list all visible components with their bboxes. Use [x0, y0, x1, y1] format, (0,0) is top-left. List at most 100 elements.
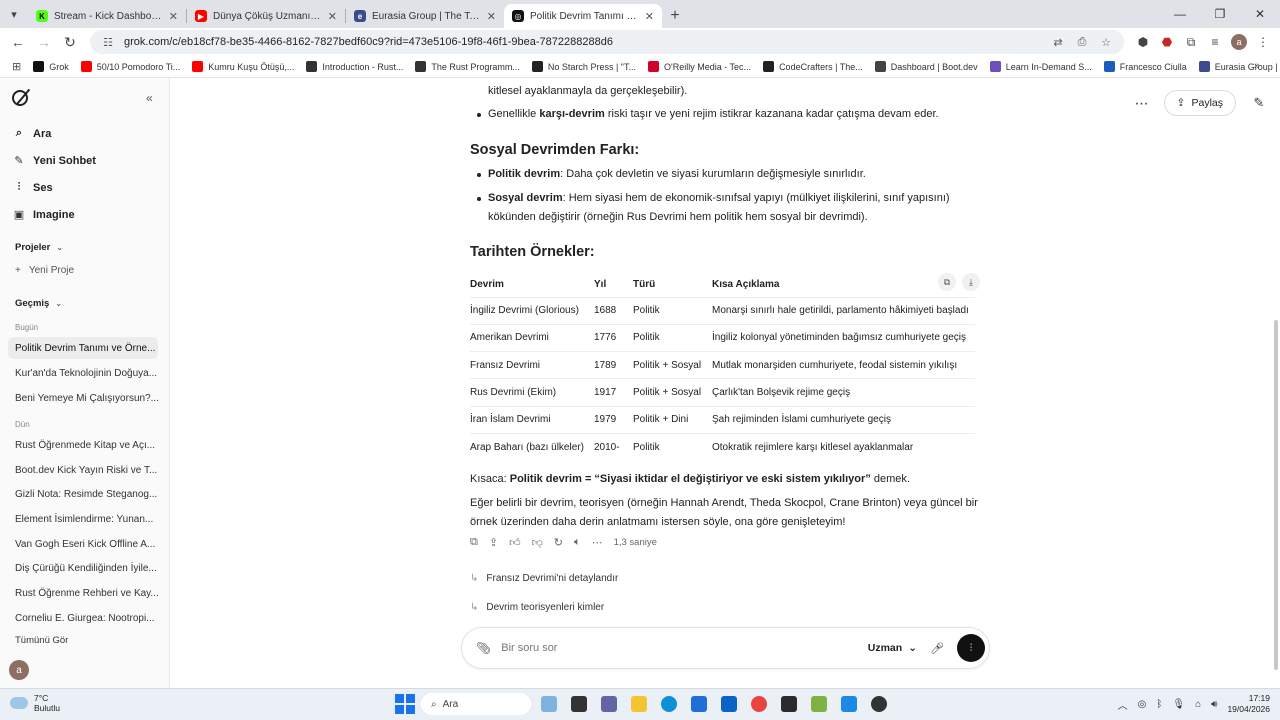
bookmark-item[interactable]: No Starch Press | "T... [526, 61, 642, 72]
browser-tab-active[interactable]: ◎ Politik Devrim Tanımı ve Örnekl ✕ [504, 4, 662, 28]
vscode-app-icon[interactable] [837, 693, 861, 715]
task-view-icon[interactable] [567, 693, 591, 715]
file-explorer-icon[interactable] [627, 693, 651, 715]
profile-avatar[interactable]: a [1228, 31, 1250, 53]
new-chat-edit-icon[interactable]: ✎ [1246, 95, 1272, 111]
history-item[interactable]: Rust Öğrenme Rehberi ve Kay... [8, 582, 158, 604]
bookmark-star-icon[interactable]: ☆ [1098, 34, 1114, 50]
widgets-app-icon[interactable] [537, 693, 561, 715]
model-selector[interactable]: Uzman ⌄ [868, 642, 917, 654]
bookmark-item[interactable]: Dashboard | Boot.dev [869, 61, 984, 72]
mic-tray-icon[interactable]: 🎙︎ [1172, 699, 1185, 710]
tab-close-icon[interactable]: ✕ [487, 10, 496, 23]
copy-table-icon[interactable]: ⧉ [938, 273, 956, 291]
more-options-icon[interactable]: ⋯ [592, 536, 603, 549]
bookmark-item[interactable]: The Rust Programm... [409, 61, 526, 72]
taskbar-search[interactable]: ⌕ Ara [421, 693, 531, 715]
tab-close-icon[interactable]: ✕ [645, 10, 654, 23]
url-field[interactable]: ☷ grok.com/c/eb18cf78-be35-4466-8162-782… [90, 30, 1124, 54]
apps-grid-icon[interactable]: ⊞ [6, 60, 27, 73]
new-project-button[interactable]: + Yeni Proje [15, 265, 74, 276]
share-icon[interactable]: ⇪ [489, 536, 498, 549]
read-aloud-icon[interactable]: 🔈︎ [574, 536, 581, 549]
thumbs-up-icon[interactable]: 👍︎ [509, 536, 521, 549]
bookmarks-overflow-icon[interactable]: » [1254, 60, 1260, 72]
browser-tab[interactable]: ▶ Dünya Çöküş Uzmanı Tarihin E ✕ [187, 4, 345, 28]
clock[interactable]: 17:19 19/04/2026 [1227, 693, 1270, 715]
collapse-sidebar-icon[interactable]: « [146, 91, 153, 105]
tab-close-icon[interactable]: ✕ [169, 10, 178, 23]
see-all-link[interactable]: Tümünü Gör [15, 635, 68, 646]
weather-widget[interactable]: 7°C Bulutlu [10, 693, 60, 713]
site-info-icon[interactable]: ☷ [100, 34, 116, 50]
sidebar-item-new-chat[interactable]: ✎ Yeni Sohbet [0, 147, 170, 174]
edge-app-icon[interactable] [657, 693, 681, 715]
reading-list-icon[interactable]: ≡ [1204, 31, 1226, 53]
prompt-input[interactable]: Bir soru sor [501, 642, 858, 654]
install-icon[interactable]: ⎙ [1074, 34, 1090, 50]
history-item[interactable]: Boot.dev Kick Yayın Riski ve T... [8, 459, 158, 481]
tab-close-icon[interactable]: ✕ [328, 10, 337, 23]
sidebar-item-voice[interactable]: ⫶ Ses [0, 174, 170, 201]
maximize-icon[interactable]: ❐ [1200, 0, 1240, 28]
terminal-app-icon[interactable] [777, 693, 801, 715]
history-section-header[interactable]: Geçmiş ⌄ [15, 298, 62, 309]
obs-app-icon[interactable] [867, 693, 891, 715]
thumbs-down-icon[interactable]: 👎︎ [532, 536, 543, 549]
browser-tab[interactable]: e Eurasia Group | The Top Risks o ✕ [346, 4, 504, 28]
tray-app-icon[interactable]: ◎ [1138, 699, 1147, 710]
store-app-icon[interactable] [687, 693, 711, 715]
teams-app-icon[interactable] [597, 693, 621, 715]
history-item[interactable]: Kur'an'da Teknolojinin Doğuya... [8, 362, 158, 384]
voice-mode-button[interactable]: ⫶ [957, 634, 985, 662]
windows-start-icon[interactable] [395, 694, 415, 714]
url-text[interactable]: grok.com/c/eb18cf78-be35-4466-8162-7827b… [124, 36, 1042, 48]
sidebar-item-search[interactable]: ⌕ Ara [0, 120, 170, 147]
extension-shield-icon[interactable]: ⬢ [1132, 31, 1154, 53]
projects-section-header[interactable]: Projeler ⌄ [15, 242, 63, 253]
history-item[interactable]: Van Gogh Eseri Kick Offline A... [8, 533, 158, 555]
bookmark-item[interactable]: Grok [27, 61, 75, 72]
bookmark-item[interactable]: Introduction - Rust... [300, 61, 409, 72]
back-icon[interactable]: ← [6, 30, 30, 54]
copy-icon[interactable]: ⧉ [470, 536, 478, 549]
user-avatar[interactable]: a [9, 660, 29, 680]
outlook-app-icon[interactable] [717, 693, 741, 715]
bookmark-item[interactable]: Francesco Ciulla [1098, 61, 1193, 72]
minimize-icon[interactable]: — [1160, 0, 1200, 28]
history-item-active[interactable]: Politik Devrim Tanımı ve Örne... [8, 337, 158, 359]
volume-icon[interactable]: 🔊︎ [1211, 699, 1217, 710]
forward-icon[interactable]: → [32, 30, 56, 54]
sidebar-item-imagine[interactable]: ▣ Imagine [0, 201, 170, 228]
history-item[interactable]: Beni Yemeye Mi Çalışıyorsun?... [8, 387, 158, 409]
bookmark-item[interactable]: Kumru Kuşu Ötüşü,... [186, 61, 300, 72]
bookmark-item[interactable]: Eurasia Group | Home [1193, 61, 1280, 72]
translate-icon[interactable]: ⇄ [1050, 34, 1066, 50]
download-table-icon[interactable]: ⤓ [962, 273, 980, 291]
more-options-icon[interactable]: ⋯ [1130, 95, 1154, 112]
history-item[interactable]: Diş Çürüğü Kendiliğinden İyile... [8, 557, 158, 579]
followup-suggestion[interactable]: ↳ Fransız Devrimi'ni detaylandır [470, 573, 618, 584]
bookmark-item[interactable]: O'Reilly Media - Tec... [642, 61, 757, 72]
browser-tab[interactable]: K Stream - Kick Dashboard ✕ [28, 4, 186, 28]
grok-logo-icon[interactable] [12, 90, 28, 106]
reload-icon[interactable]: ↻ [58, 30, 82, 54]
history-item[interactable]: Element İsimlendirme: Yunan... [8, 508, 158, 530]
new-tab-icon[interactable]: + [662, 4, 688, 28]
bluetooth-icon[interactable]: ᛒ [1156, 699, 1162, 710]
network-icon[interactable]: ⌂ [1195, 699, 1201, 710]
tray-overflow-icon[interactable]: ︿ [1118, 697, 1128, 712]
regenerate-icon[interactable]: ↻ [554, 536, 563, 549]
layers-app-icon[interactable] [807, 693, 831, 715]
scrollbar-thumb[interactable] [1274, 320, 1278, 670]
chrome-app-icon[interactable] [747, 693, 771, 715]
tab-search-icon[interactable]: ▾ [0, 0, 28, 28]
share-button[interactable]: ⇪ Paylaş [1163, 90, 1236, 116]
menu-kebab-icon[interactable]: ⋮ [1252, 31, 1274, 53]
bookmark-item[interactable]: Learn In-Demand S... [984, 61, 1098, 72]
extensions-puzzle-icon[interactable]: ⧉ [1180, 31, 1202, 53]
attach-icon[interactable]: 📎︎ [476, 641, 491, 655]
page-scrollbar[interactable] [1274, 80, 1278, 688]
bookmark-item[interactable]: 50/10 Pomodoro Ti... [75, 61, 187, 72]
followup-suggestion[interactable]: ↳ Devrim teorisyenleri kimler [470, 602, 604, 613]
